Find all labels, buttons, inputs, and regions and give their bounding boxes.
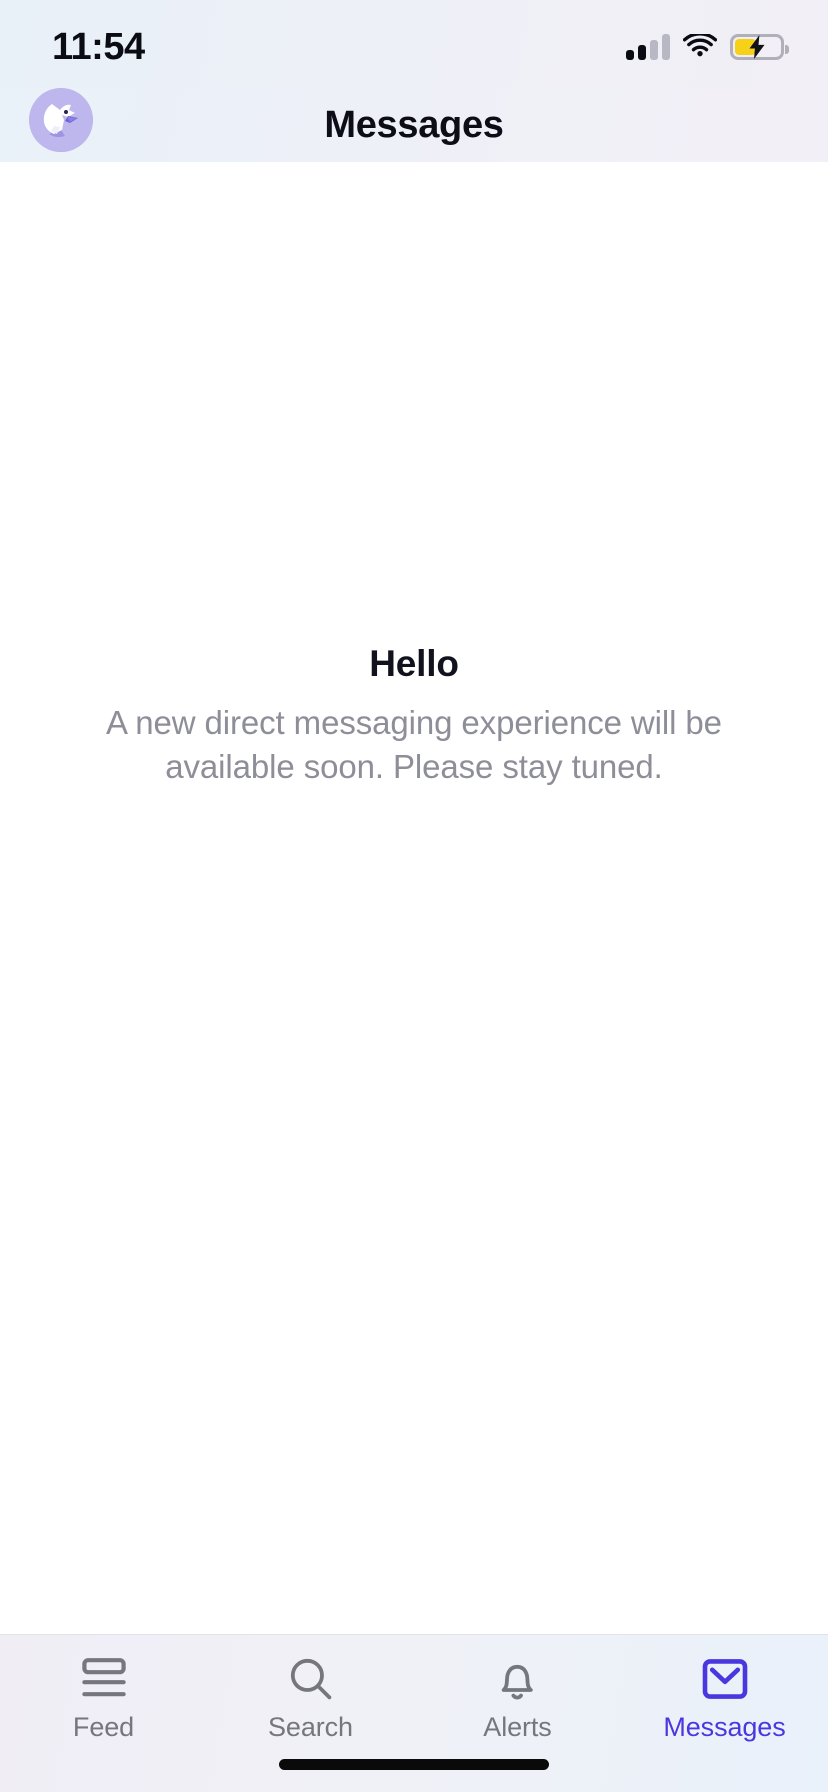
empty-state-title: Hello — [369, 643, 459, 684]
status-bar: 11:54 — [0, 0, 828, 88]
tab-alerts-label: Alerts — [483, 1712, 552, 1742]
tab-search-label: Search — [268, 1712, 353, 1742]
search-icon — [287, 1655, 335, 1703]
app-screen: 11:54 Messages Hello A new direct messag… — [0, 0, 828, 1792]
tab-alerts[interactable]: Alerts — [414, 1655, 621, 1743]
tab-messages[interactable]: Messages — [621, 1655, 828, 1743]
bell-icon — [495, 1655, 541, 1703]
cellular-signal-icon — [626, 34, 670, 60]
wifi-icon — [683, 34, 717, 57]
battery-charging-icon — [730, 34, 789, 60]
tab-messages-label: Messages — [663, 1712, 786, 1742]
empty-state: Hello A new direct messaging experience … — [0, 643, 828, 788]
tab-feed-label: Feed — [72, 1712, 135, 1742]
main-content: Hello A new direct messaging experience … — [0, 162, 828, 1634]
tab-search[interactable]: Search — [207, 1655, 414, 1743]
eagle-head-glyph — [29, 88, 93, 152]
home-indicator[interactable] — [279, 1759, 549, 1770]
nav-bar: Messages — [0, 88, 828, 162]
envelope-icon — [701, 1655, 749, 1703]
status-time: 11:54 — [52, 25, 145, 68]
tab-feed[interactable]: Feed — [0, 1655, 207, 1743]
page-title: Messages — [324, 103, 504, 146]
empty-state-subtitle: A new direct messaging experience will b… — [106, 704, 722, 785]
charging-bolt-icon — [749, 35, 765, 59]
status-indicators — [626, 34, 789, 60]
eagle-avatar-icon[interactable] — [29, 88, 93, 152]
feed-icon — [80, 1655, 128, 1703]
